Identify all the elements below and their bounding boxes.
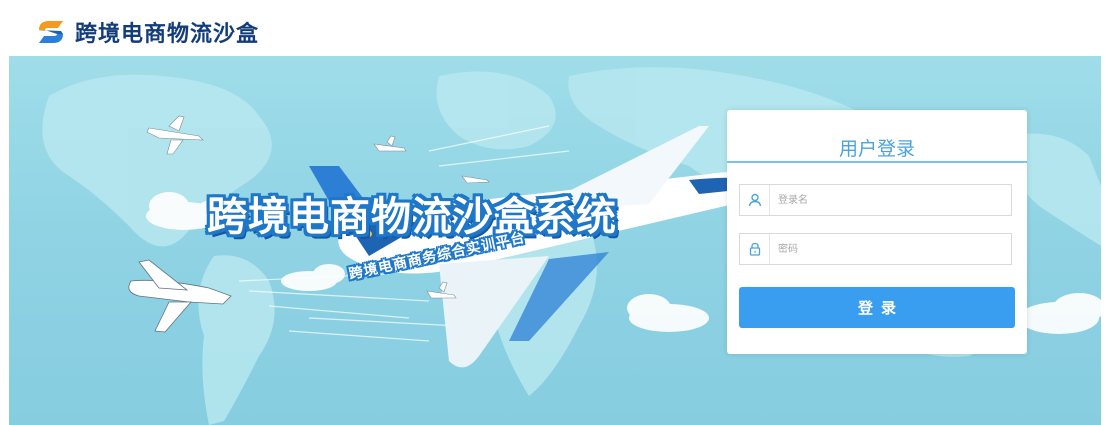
- password-field-wrapper: [739, 233, 1012, 265]
- user-icon: [740, 185, 770, 215]
- logo-group[interactable]: 跨境电商物流沙盒: [36, 16, 259, 48]
- password-input[interactable]: [778, 235, 1011, 263]
- login-button[interactable]: 登录: [739, 287, 1015, 328]
- username-field-wrapper: [739, 184, 1012, 216]
- top-header: 跨境电商物流沙盒: [0, 0, 1110, 56]
- lock-icon: [740, 234, 770, 264]
- username-input[interactable]: [778, 186, 1011, 214]
- banner-headline: 跨境电商物流沙盒系统: [207, 194, 617, 240]
- hero-banner: 跨境电商物流沙盒系统 跨境电商商务综合实训平台 用户登录 登录名 登录: [9, 56, 1101, 425]
- login-panel: 用户登录 登录: [727, 110, 1027, 354]
- app-title: 跨境电商物流沙盒: [75, 21, 260, 47]
- logo-icon: [39, 21, 63, 43]
- login-title: 用户登录: [727, 110, 1027, 163]
